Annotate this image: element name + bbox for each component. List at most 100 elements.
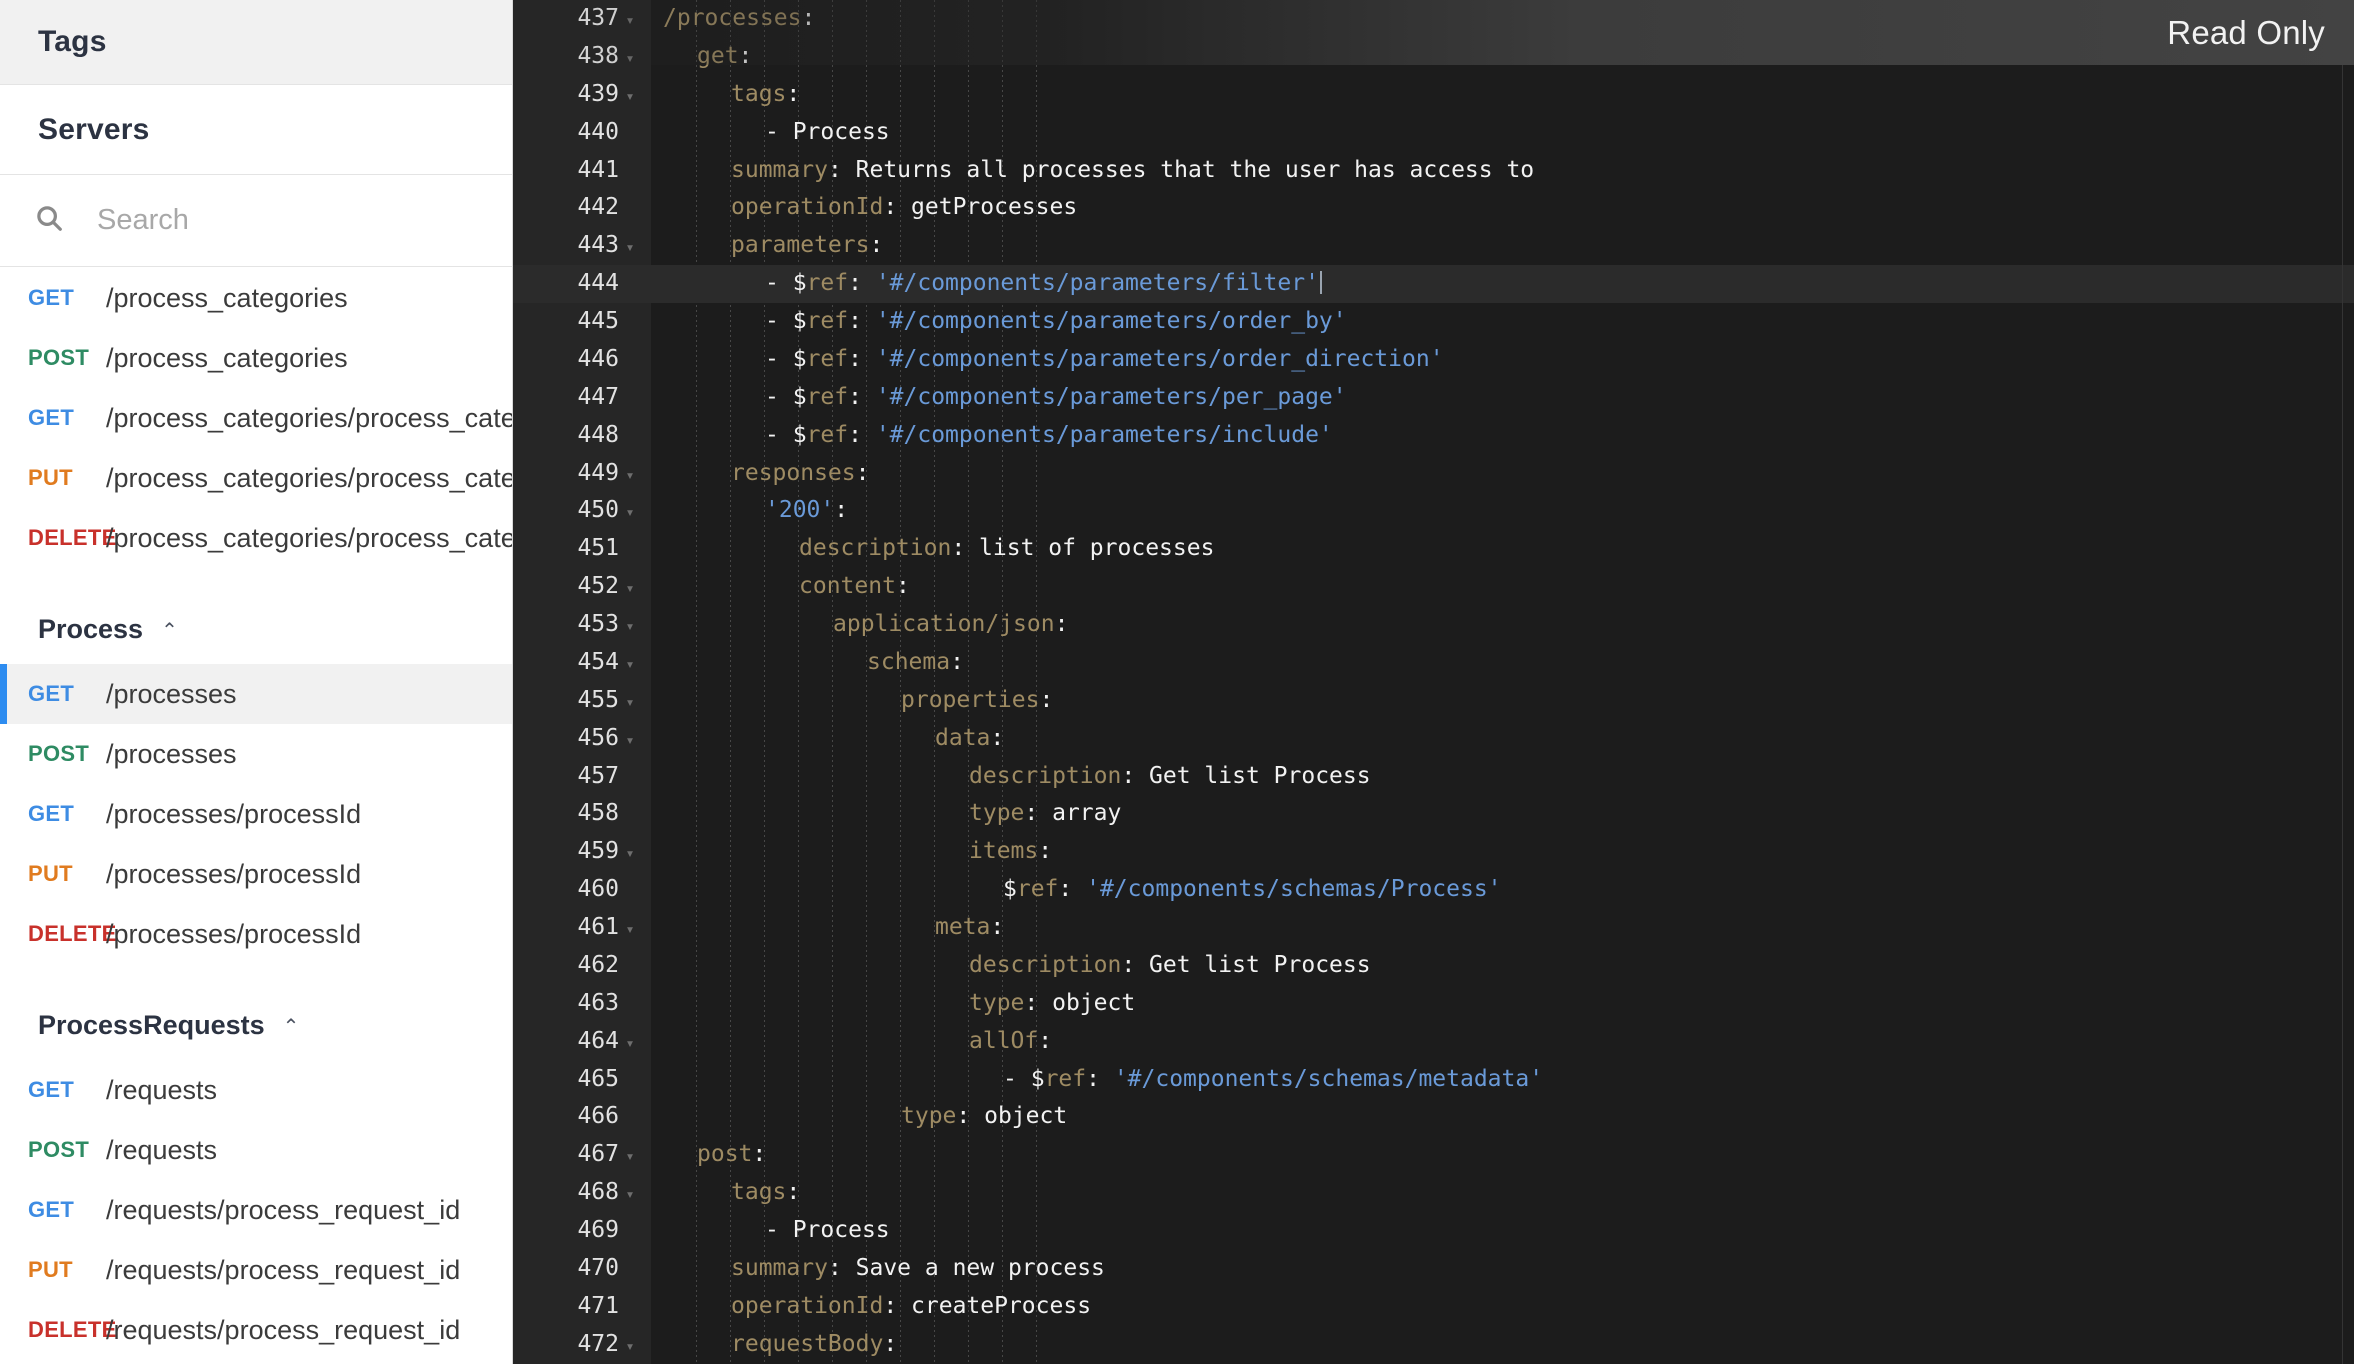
code-line[interactable]: 441 summary: Returns all processes that …	[513, 151, 2354, 192]
code-line-text[interactable]: operationId: getProcesses	[651, 189, 2354, 227]
fold-triangle-icon[interactable]: ▾	[619, 494, 641, 532]
fold-triangle-icon[interactable]: ▾	[619, 229, 641, 267]
code-line-text[interactable]: type: array	[651, 795, 2354, 833]
code-line-text[interactable]: parameters:	[651, 227, 2354, 265]
code-line[interactable]: 448 - $ref: '#/components/parameters/inc…	[513, 416, 2354, 457]
code-line[interactable]: 452 ▾ content:	[513, 568, 2354, 609]
line-number[interactable]: 441	[513, 151, 651, 192]
chevron-up-icon[interactable]: ⌃	[161, 621, 178, 641]
code-editor[interactable]: Read Only 437 ▾/processes: 438 ▾ get: 439 ▾ tag…	[513, 0, 2354, 1364]
line-number[interactable]: 451	[513, 530, 651, 571]
code-line-text[interactable]: summary: Save a new process	[651, 1250, 2354, 1288]
servers-header[interactable]: Servers	[0, 85, 512, 175]
code-line-text[interactable]: application/json:	[651, 606, 2354, 644]
line-number[interactable]: 469	[513, 1212, 651, 1252]
operation-row[interactable]: PUT/process_categories/process_category_…	[0, 448, 512, 508]
fold-triangle-icon[interactable]: ▾	[619, 2, 641, 40]
operation-row[interactable]: PUT/requests/process_request_id	[0, 1240, 512, 1300]
code-line-text[interactable]: items:	[651, 833, 2354, 871]
code-line[interactable]: 459 ▾ items:	[513, 833, 2354, 874]
code-line-text[interactable]: description: Get list Process	[651, 758, 2354, 796]
line-number[interactable]: 447	[513, 378, 651, 419]
fold-triangle-icon[interactable]: ▾	[619, 646, 641, 684]
fold-triangle-icon[interactable]: ▾	[619, 570, 641, 608]
code-line[interactable]: 450 ▾ '200':	[513, 492, 2354, 533]
operation-row[interactable]: GET/process_categories/process_category_…	[0, 388, 512, 448]
line-number[interactable]: 439 ▾	[513, 75, 651, 116]
operation-row[interactable]: DELETE/processes/processId	[0, 904, 512, 964]
code-line[interactable]: 442 operationId: getProcesses	[513, 189, 2354, 230]
operation-row[interactable]: DELETE/requests/process_request_id	[0, 1300, 512, 1360]
line-number[interactable]: 448	[513, 416, 651, 457]
code-line[interactable]: 458 type: array	[513, 795, 2354, 836]
fold-triangle-icon[interactable]: ▾	[619, 457, 641, 495]
code-line-text[interactable]: - $ref: '#/components/parameters/per_pag…	[651, 379, 2354, 417]
code-line-text[interactable]: tags:	[651, 76, 2354, 114]
line-number[interactable]: 438 ▾	[513, 37, 651, 78]
code-line-text[interactable]: tags:	[651, 1174, 2354, 1212]
fold-triangle-icon[interactable]: ▾	[619, 684, 641, 722]
operation-row[interactable]: GET/requests/process_request_id	[0, 1180, 512, 1240]
line-number[interactable]: 444	[513, 265, 651, 306]
code-line[interactable]: 444 - $ref: '#/components/parameters/fil…	[513, 265, 2354, 306]
code-line[interactable]: 468 ▾ tags:	[513, 1174, 2354, 1215]
operation-row[interactable]: GET/process_categories	[0, 268, 512, 328]
fold-triangle-icon[interactable]: ▾	[619, 78, 641, 116]
operation-row[interactable]: GET/requests	[0, 1060, 512, 1120]
fold-triangle-icon[interactable]: ▾	[619, 40, 641, 78]
fold-triangle-icon[interactable]: ▾	[619, 1328, 641, 1364]
search-input[interactable]	[95, 203, 479, 238]
code-line-text[interactable]: - $ref: '#/components/parameters/order_d…	[651, 341, 2354, 379]
line-number[interactable]: 465	[513, 1060, 651, 1101]
line-number[interactable]: 440	[513, 113, 651, 154]
code-line[interactable]: 438 ▾ get:	[513, 37, 2354, 78]
line-number[interactable]: 472 ▾	[513, 1325, 651, 1364]
code-line[interactable]: 460 $ref: '#/components/schemas/Process'	[513, 871, 2354, 912]
code-line-text[interactable]: properties:	[651, 682, 2354, 720]
fold-triangle-icon[interactable]: ▾	[619, 1025, 641, 1063]
code-line[interactable]: 453 ▾ application/json:	[513, 606, 2354, 646]
operation-row[interactable]: GET/processes/processId	[0, 784, 512, 844]
line-number[interactable]: 471	[513, 1287, 651, 1328]
tag-group-header-processrequests[interactable]: ProcessRequests ⌃	[0, 990, 512, 1060]
line-number[interactable]: 442	[513, 189, 651, 230]
code-line-text[interactable]: $ref: '#/components/schemas/Process'	[651, 871, 2354, 909]
fold-triangle-icon[interactable]: ▾	[619, 608, 641, 646]
code-line[interactable]: 461 ▾ meta:	[513, 909, 2354, 949]
code-line[interactable]: 462 description: Get list Process	[513, 946, 2354, 987]
line-number[interactable]: 458	[513, 795, 651, 836]
code-line[interactable]: 447 - $ref: '#/components/parameters/per…	[513, 378, 2354, 419]
operation-row[interactable]: GET/processes	[0, 664, 512, 724]
code-line-text[interactable]: meta:	[651, 909, 2354, 947]
line-number[interactable]: 461 ▾	[513, 909, 651, 949]
code-line-text[interactable]: schema:	[651, 644, 2354, 682]
code-line-text[interactable]: description: Get list Process	[651, 947, 2354, 985]
code-line[interactable]: 463 type: object	[513, 984, 2354, 1025]
line-number[interactable]: 453 ▾	[513, 606, 651, 646]
code-line-text[interactable]: get:	[651, 38, 2354, 76]
code-line[interactable]: 466 type: object	[513, 1098, 2354, 1139]
line-number[interactable]: 455 ▾	[513, 681, 651, 722]
tag-group-header-process[interactable]: Process ⌃	[0, 594, 512, 664]
operation-row[interactable]: PUT/processes/processId	[0, 844, 512, 904]
code-line[interactable]: 455 ▾ properties:	[513, 681, 2354, 722]
line-number[interactable]: 457	[513, 757, 651, 798]
fold-triangle-icon[interactable]: ▾	[619, 835, 641, 873]
code-line[interactable]: 467 ▾ post:	[513, 1136, 2354, 1177]
fold-triangle-icon[interactable]: ▾	[619, 911, 641, 949]
code-line-text[interactable]: type: object	[651, 985, 2354, 1023]
code-line[interactable]: 456 ▾ data:	[513, 719, 2354, 760]
code-line[interactable]: 469 - Process	[513, 1212, 2354, 1252]
code-scroll-area[interactable]: 437 ▾/processes: 438 ▾ get: 439 ▾ tags: 440 - Pr…	[513, 0, 2354, 1364]
search-row[interactable]	[0, 175, 512, 267]
code-line-text[interactable]: - $ref: '#/components/parameters/order_b…	[651, 303, 2354, 341]
line-number[interactable]: 452 ▾	[513, 568, 651, 609]
line-number[interactable]: 468 ▾	[513, 1174, 651, 1215]
fold-triangle-icon[interactable]: ▾	[619, 722, 641, 760]
code-line[interactable]: 454 ▾ schema:	[513, 643, 2354, 684]
line-number[interactable]: 459 ▾	[513, 833, 651, 874]
operation-row[interactable]: POST/process_categories	[0, 328, 512, 388]
code-line[interactable]: 464 ▾ allOf:	[513, 1022, 2354, 1063]
code-line[interactable]: 451 description: list of processes	[513, 530, 2354, 571]
line-number[interactable]: 437 ▾	[513, 0, 651, 40]
